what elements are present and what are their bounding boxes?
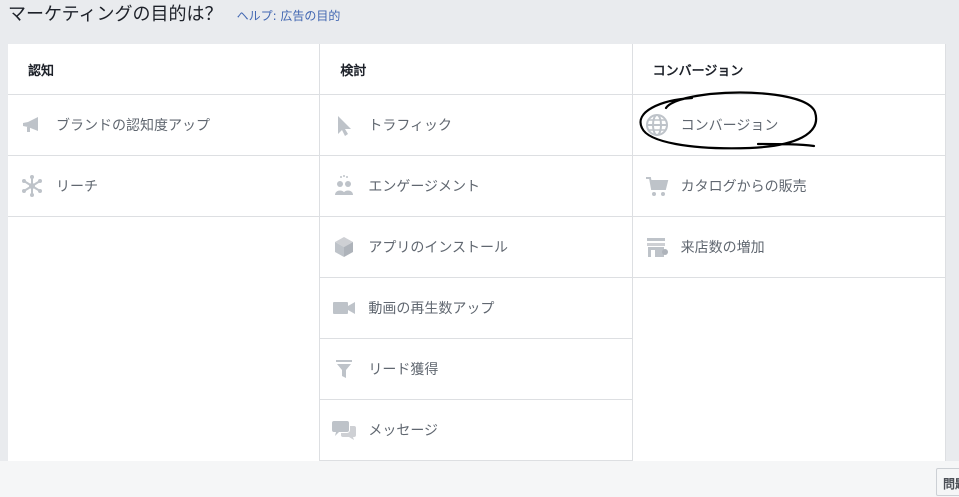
report-problem-button[interactable]: 問題 (936, 468, 959, 496)
funnel-icon (332, 357, 356, 381)
objective-traffic[interactable]: トラフィック (320, 95, 632, 156)
objective-store-visits[interactable]: 来店数の増加 (632, 217, 945, 278)
objective-label: 動画の再生数アップ (368, 301, 495, 317)
shopping-cart-icon (645, 174, 669, 198)
objective-brand-awareness[interactable]: ブランドの認知度アップ (8, 95, 320, 156)
objective-label: 来店数の増加 (680, 240, 765, 256)
page-title: マーケティングの目的は？ (8, 4, 223, 25)
column-heading: 認知 (8, 44, 320, 95)
help-link[interactable]: ヘルプ: 広告の目的 (237, 7, 341, 24)
column-heading: 検討 (320, 44, 632, 95)
objective-label: リード獲得 (368, 362, 439, 378)
column-conversion: コンバージョン コンバージョン カタログからの販売 来店数の増加 (632, 44, 946, 461)
people-icon (332, 174, 356, 198)
video-camera-icon (332, 296, 356, 320)
objective-label: カタログからの販売 (680, 179, 807, 195)
objective-catalog-sales[interactable]: カタログからの販売 (632, 156, 945, 217)
chat-bubbles-icon (332, 418, 357, 442)
objective-engagement[interactable]: エンゲージメント (320, 156, 632, 217)
column-consideration: 検討 トラフィック エンゲージメント アプリのインストール 動画の再生数アップ (320, 44, 633, 461)
objective-conversions[interactable]: コンバージョン (632, 95, 945, 156)
objective-label: ブランドの認知度アップ (56, 118, 210, 134)
globe-icon (645, 113, 669, 137)
objective-label: メッセージ (368, 423, 439, 439)
objective-messages[interactable]: メッセージ (320, 400, 632, 461)
cube-icon (332, 235, 356, 259)
objectives-panel: 認知 ブランドの認知度アップ リーチ 検討 トラフィック エンゲージメント アプ… (8, 44, 946, 461)
reach-icon (20, 174, 44, 198)
objective-app-installs[interactable]: アプリのインストール (320, 217, 632, 278)
column-heading: コンバージョン (632, 44, 945, 95)
objective-reach[interactable]: リーチ (8, 156, 320, 217)
objective-label: トラフィック (368, 118, 453, 134)
column-awareness: 認知 ブランドの認知度アップ リーチ (8, 44, 321, 461)
objective-video-views[interactable]: 動画の再生数アップ (320, 278, 632, 339)
objective-label: コンバージョン (680, 118, 779, 134)
objective-label: エンゲージメント (368, 179, 481, 195)
objective-lead-generation[interactable]: リード獲得 (320, 339, 632, 400)
objective-label: リーチ (56, 179, 98, 195)
page-header: マーケティングの目的は？ ヘルプ: 広告の目的 (8, 0, 340, 28)
objective-label: アプリのインストール (368, 240, 509, 256)
megaphone-icon (20, 113, 44, 137)
bottom-bar (0, 461, 959, 497)
cursor-icon (332, 113, 356, 137)
store-icon (645, 235, 669, 259)
